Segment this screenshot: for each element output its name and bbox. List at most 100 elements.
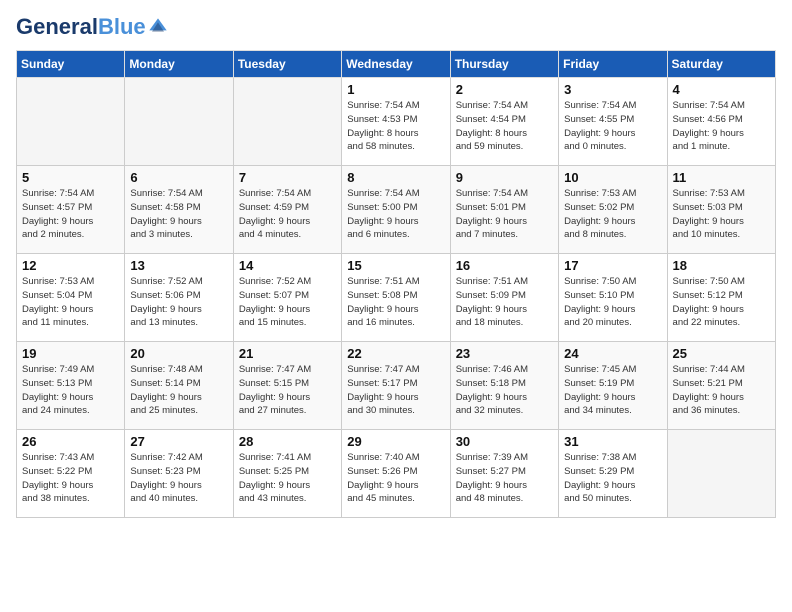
calendar-cell: 29 Sunrise: 7:40 AM Sunset: 5:26 PM Dayli…	[342, 430, 450, 518]
calendar-cell: 1Sunrise: 7:54 AM Sunset: 4:53 PM Daylig…	[342, 78, 450, 166]
calendar-body: 1Sunrise: 7:54 AM Sunset: 4:53 PM Daylig…	[17, 78, 776, 518]
day-number: 27	[130, 434, 227, 449]
calendar-cell	[125, 78, 233, 166]
day-number: 31	[564, 434, 661, 449]
day-info: Sunrise: 7:53 AM Sunset: 5:03 PM Dayligh…	[673, 187, 770, 242]
day-number: 15	[347, 258, 444, 273]
day-number: 21	[239, 346, 336, 361]
day-number: 28	[239, 434, 336, 449]
weekday-header: Wednesday	[342, 51, 450, 78]
calendar-cell: 10Sunrise: 7:53 AM Sunset: 5:02 PM Dayli…	[559, 166, 667, 254]
day-number: 22	[347, 346, 444, 361]
day-info: Sunrise: 7:49 AM Sunset: 5:13 PM Dayligh…	[22, 363, 119, 418]
day-info: Sunrise: 7:39 AM Sunset: 5:27 PM Dayligh…	[456, 451, 553, 506]
calendar-cell: 20 Sunrise: 7:48 AM Sunset: 5:14 PM Dayli…	[125, 342, 233, 430]
day-number: 30	[456, 434, 553, 449]
calendar-cell	[17, 78, 125, 166]
day-number: 13	[130, 258, 227, 273]
calendar-week-row: 19 Sunrise: 7:49 AM Sunset: 5:13 PM Dayli…	[17, 342, 776, 430]
calendar-cell: 23 Sunrise: 7:46 AM Sunset: 5:18 PM Dayli…	[450, 342, 558, 430]
calendar-cell: 5 Sunrise: 7:54 AM Sunset: 4:57 PM Daylig…	[17, 166, 125, 254]
day-number: 5	[22, 170, 119, 185]
day-number: 3	[564, 82, 661, 97]
page-header: GeneralBlue	[16, 16, 776, 38]
weekday-header: Tuesday	[233, 51, 341, 78]
calendar-cell: 9Sunrise: 7:54 AM Sunset: 5:01 PM Daylig…	[450, 166, 558, 254]
calendar-cell: 28Sunrise: 7:41 AM Sunset: 5:25 PM Dayli…	[233, 430, 341, 518]
day-number: 8	[347, 170, 444, 185]
day-number: 12	[22, 258, 119, 273]
weekday-header: Sunday	[17, 51, 125, 78]
day-info: Sunrise: 7:38 AM Sunset: 5:29 PM Dayligh…	[564, 451, 661, 506]
calendar-cell: 2 Sunrise: 7:54 AM Sunset: 4:54 PM Daylig…	[450, 78, 558, 166]
day-info: Sunrise: 7:48 AM Sunset: 5:14 PM Dayligh…	[130, 363, 227, 418]
day-info: Sunrise: 7:54 AM Sunset: 4:55 PM Dayligh…	[564, 99, 661, 154]
day-info: Sunrise: 7:53 AM Sunset: 5:02 PM Dayligh…	[564, 187, 661, 242]
calendar-cell: 19 Sunrise: 7:49 AM Sunset: 5:13 PM Dayli…	[17, 342, 125, 430]
day-number: 4	[673, 82, 770, 97]
weekday-header: Thursday	[450, 51, 558, 78]
calendar-week-row: 26Sunrise: 7:43 AM Sunset: 5:22 PM Dayli…	[17, 430, 776, 518]
day-info: Sunrise: 7:40 AM Sunset: 5:26 PM Dayligh…	[347, 451, 444, 506]
weekday-header: Friday	[559, 51, 667, 78]
day-info: Sunrise: 7:51 AM Sunset: 5:08 PM Dayligh…	[347, 275, 444, 330]
day-info: Sunrise: 7:52 AM Sunset: 5:06 PM Dayligh…	[130, 275, 227, 330]
day-number: 20	[130, 346, 227, 361]
day-number: 26	[22, 434, 119, 449]
calendar-cell: 14 Sunrise: 7:52 AM Sunset: 5:07 PM Dayli…	[233, 254, 341, 342]
calendar-cell: 8 Sunrise: 7:54 AM Sunset: 5:00 PM Daylig…	[342, 166, 450, 254]
day-info: Sunrise: 7:54 AM Sunset: 4:57 PM Dayligh…	[22, 187, 119, 242]
day-info: Sunrise: 7:53 AM Sunset: 5:04 PM Dayligh…	[22, 275, 119, 330]
calendar-week-row: 1Sunrise: 7:54 AM Sunset: 4:53 PM Daylig…	[17, 78, 776, 166]
calendar-cell: 25Sunrise: 7:44 AM Sunset: 5:21 PM Dayli…	[667, 342, 775, 430]
day-info: Sunrise: 7:54 AM Sunset: 4:56 PM Dayligh…	[673, 99, 770, 154]
calendar-cell: 18 Sunrise: 7:50 AM Sunset: 5:12 PM Dayli…	[667, 254, 775, 342]
weekday-header: Monday	[125, 51, 233, 78]
day-number: 23	[456, 346, 553, 361]
day-info: Sunrise: 7:54 AM Sunset: 4:53 PM Dayligh…	[347, 99, 444, 154]
day-number: 6	[130, 170, 227, 185]
day-number: 17	[564, 258, 661, 273]
day-info: Sunrise: 7:54 AM Sunset: 5:01 PM Dayligh…	[456, 187, 553, 242]
calendar-table: SundayMondayTuesdayWednesdayThursdayFrid…	[16, 50, 776, 518]
logo: GeneralBlue	[16, 16, 168, 38]
logo-icon	[148, 17, 168, 37]
calendar-cell: 24 Sunrise: 7:45 AM Sunset: 5:19 PM Dayli…	[559, 342, 667, 430]
day-info: Sunrise: 7:50 AM Sunset: 5:12 PM Dayligh…	[673, 275, 770, 330]
day-info: Sunrise: 7:46 AM Sunset: 5:18 PM Dayligh…	[456, 363, 553, 418]
logo-text: GeneralBlue	[16, 16, 146, 38]
day-info: Sunrise: 7:52 AM Sunset: 5:07 PM Dayligh…	[239, 275, 336, 330]
day-number: 24	[564, 346, 661, 361]
day-info: Sunrise: 7:44 AM Sunset: 5:21 PM Dayligh…	[673, 363, 770, 418]
day-number: 14	[239, 258, 336, 273]
day-number: 2	[456, 82, 553, 97]
calendar-week-row: 5 Sunrise: 7:54 AM Sunset: 4:57 PM Daylig…	[17, 166, 776, 254]
calendar-cell: 30 Sunrise: 7:39 AM Sunset: 5:27 PM Dayli…	[450, 430, 558, 518]
calendar-cell	[233, 78, 341, 166]
calendar-cell: 4 Sunrise: 7:54 AM Sunset: 4:56 PM Daylig…	[667, 78, 775, 166]
day-info: Sunrise: 7:51 AM Sunset: 5:09 PM Dayligh…	[456, 275, 553, 330]
calendar-cell: 6 Sunrise: 7:54 AM Sunset: 4:58 PM Daylig…	[125, 166, 233, 254]
weekday-header: Saturday	[667, 51, 775, 78]
day-number: 16	[456, 258, 553, 273]
day-number: 18	[673, 258, 770, 273]
calendar-cell: 13 Sunrise: 7:52 AM Sunset: 5:06 PM Dayli…	[125, 254, 233, 342]
day-info: Sunrise: 7:42 AM Sunset: 5:23 PM Dayligh…	[130, 451, 227, 506]
day-number: 7	[239, 170, 336, 185]
day-info: Sunrise: 7:45 AM Sunset: 5:19 PM Dayligh…	[564, 363, 661, 418]
calendar-week-row: 12 Sunrise: 7:53 AM Sunset: 5:04 PM Dayli…	[17, 254, 776, 342]
calendar-cell: 12 Sunrise: 7:53 AM Sunset: 5:04 PM Dayli…	[17, 254, 125, 342]
day-number: 11	[673, 170, 770, 185]
day-info: Sunrise: 7:54 AM Sunset: 4:54 PM Dayligh…	[456, 99, 553, 154]
day-info: Sunrise: 7:50 AM Sunset: 5:10 PM Dayligh…	[564, 275, 661, 330]
calendar-cell: 7Sunrise: 7:54 AM Sunset: 4:59 PM Daylig…	[233, 166, 341, 254]
calendar-cell: 22Sunrise: 7:47 AM Sunset: 5:17 PM Dayli…	[342, 342, 450, 430]
day-info: Sunrise: 7:54 AM Sunset: 5:00 PM Dayligh…	[347, 187, 444, 242]
day-number: 19	[22, 346, 119, 361]
calendar-cell: 26Sunrise: 7:43 AM Sunset: 5:22 PM Dayli…	[17, 430, 125, 518]
day-info: Sunrise: 7:54 AM Sunset: 4:58 PM Dayligh…	[130, 187, 227, 242]
day-number: 29	[347, 434, 444, 449]
calendar-cell: 21Sunrise: 7:47 AM Sunset: 5:15 PM Dayli…	[233, 342, 341, 430]
calendar-cell: 31 Sunrise: 7:38 AM Sunset: 5:29 PM Dayli…	[559, 430, 667, 518]
calendar-cell: 16 Sunrise: 7:51 AM Sunset: 5:09 PM Dayli…	[450, 254, 558, 342]
